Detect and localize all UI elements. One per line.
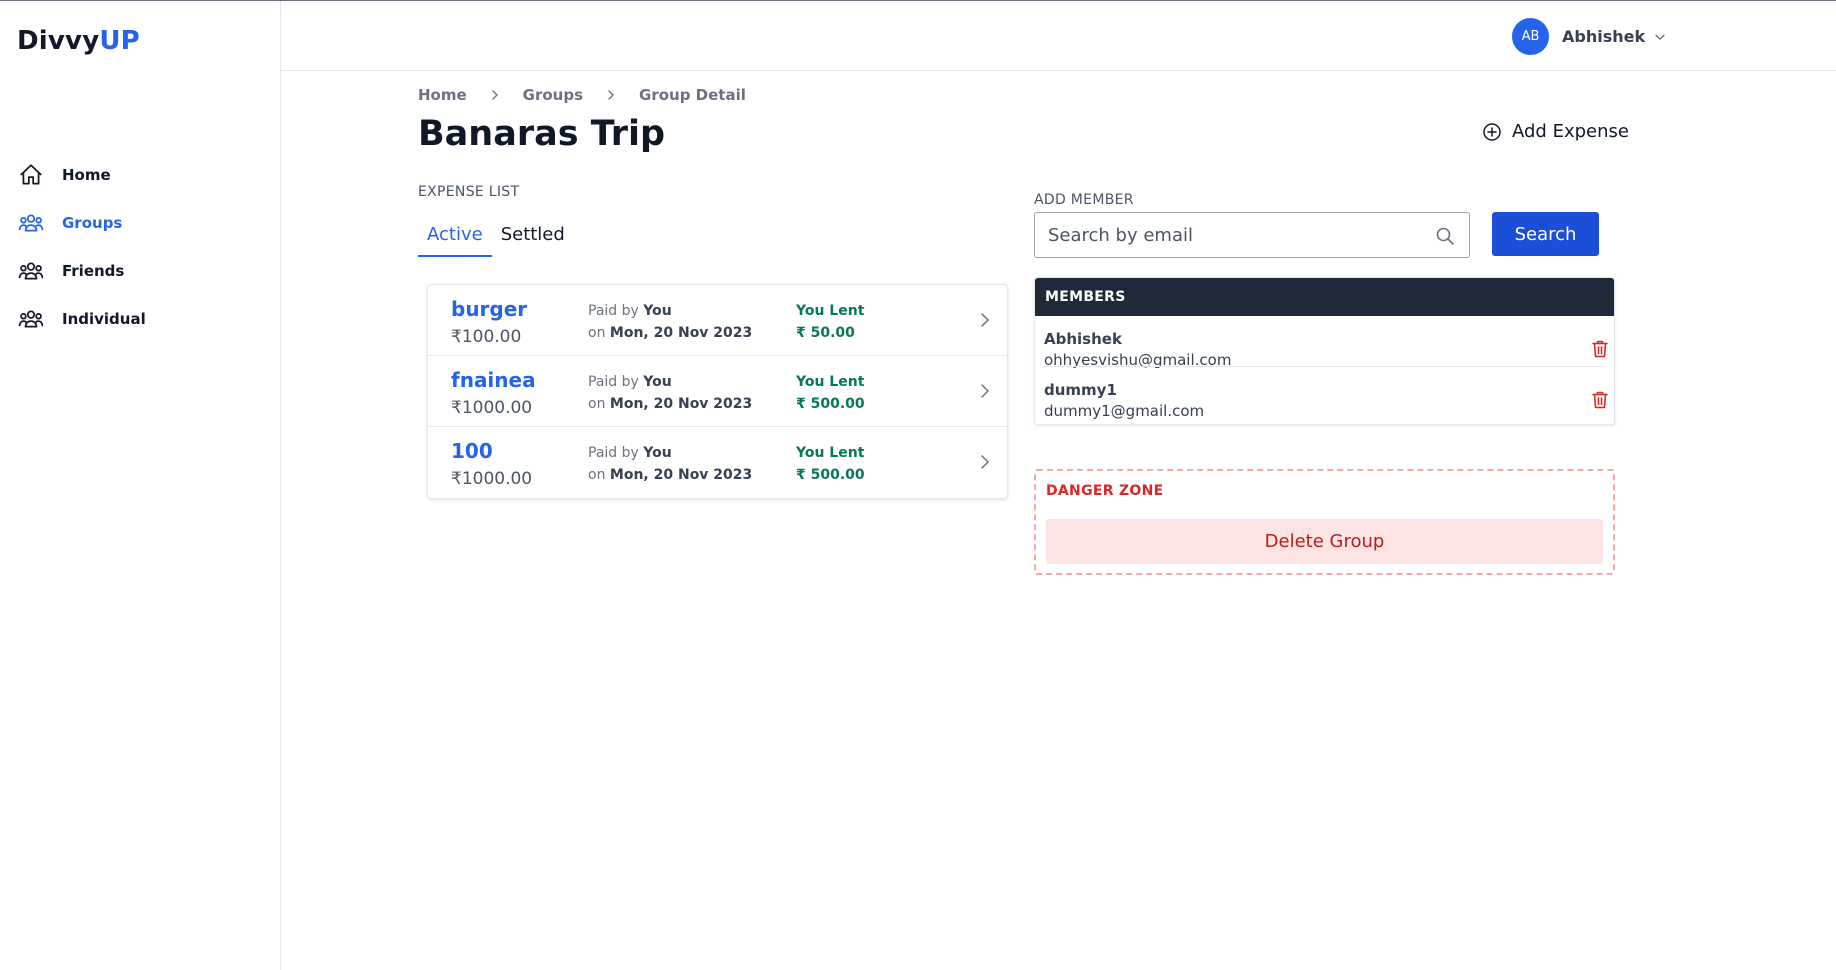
expense-name: fnainea [451,368,536,392]
expense-lent-info: You Lent ₹ 50.00 [796,300,864,344]
date-prefix: on [588,467,606,483]
lent-amount: ₹ 500.00 [796,467,865,483]
expense-list: burger ₹100.00 Paid by You on Mon, 20 No… [427,284,1008,499]
sidebar-item-label: Friends [62,262,125,280]
chevron-right-icon [981,455,990,469]
expense-name: 100 [451,439,493,463]
groups-icon [18,214,44,232]
tab-settled[interactable]: Settled [492,220,574,257]
plus-circle-icon [1483,122,1501,141]
paid-by: You [643,303,672,319]
trash-icon[interactable] [1591,390,1609,410]
chevron-down-icon [1655,34,1665,40]
chevron-right-icon [608,90,615,100]
chevron-right-icon [981,313,990,327]
breadcrumb: Home Groups Group Detail [418,86,746,104]
members-panel: MEMBERS Abhishek ohhyesvishu@gmail.com d… [1034,277,1615,425]
sidebar-item-friends[interactable]: Friends [0,247,280,295]
delete-group-button[interactable]: Delete Group [1046,519,1603,564]
app-logo[interactable]: DivvyUP [17,26,140,56]
add-member-label: ADD MEMBER [1034,192,1134,208]
lent-amount: ₹ 500.00 [796,396,865,412]
logo-accent-text: UP [99,26,140,56]
trash-icon[interactable] [1591,339,1609,359]
sidebar-item-groups[interactable]: Groups [0,199,280,247]
sidebar-item-home[interactable]: Home [0,151,280,199]
danger-zone: DANGER ZONE Delete Group [1034,469,1615,575]
member-row: dummy1 dummy1@gmail.com [1044,366,1608,420]
expense-paid-info: Paid by You on Mon, 20 Nov 2023 [588,442,752,486]
expense-row[interactable]: fnainea ₹1000.00 Paid by You on Mon, 20 … [428,356,1007,427]
expense-date: Mon, 20 Nov 2023 [609,325,753,341]
expense-amount: ₹1000.00 [451,469,533,489]
member-row: Abhishek ohhyesvishu@gmail.com [1044,316,1608,369]
sidebar-nav: Home Groups Friends Individual [0,151,280,343]
paid-prefix: Paid by [588,445,639,461]
avatar: AB [1512,18,1549,55]
paid-by: You [643,445,672,461]
danger-zone-title: DANGER ZONE [1046,483,1164,499]
expense-row[interactable]: 100 ₹1000.00 Paid by You on Mon, 20 Nov … [428,427,1007,498]
lent-status: You Lent [796,445,865,461]
member-name: dummy1 [1044,381,1117,399]
home-icon [20,164,42,185]
top-header: AB Abhishek [281,1,1836,71]
friends-icon [18,262,44,280]
sidebar-item-label: Individual [62,310,146,328]
breadcrumb-home[interactable]: Home [418,86,467,104]
paid-by: You [643,374,672,390]
page-title: Banaras Trip [418,114,666,154]
expense-paid-info: Paid by You on Mon, 20 Nov 2023 [588,300,752,344]
expense-name: burger [451,297,528,321]
sidebar: DivvyUP Home Groups Friends Individual [0,1,281,970]
members-header: MEMBERS [1035,278,1614,316]
chevron-right-icon [981,384,990,398]
lent-amount: ₹ 50.00 [796,325,855,341]
sidebar-item-label: Groups [62,214,123,232]
breadcrumb-group-detail[interactable]: Group Detail [639,86,746,104]
paid-prefix: Paid by [588,303,639,319]
add-expense-label: Add Expense [1512,121,1629,142]
sidebar-item-label: Home [62,166,111,184]
sidebar-item-individual[interactable]: Individual [0,295,280,343]
expense-lent-info: You Lent ₹ 500.00 [796,442,865,486]
member-name: Abhishek [1044,330,1122,348]
date-prefix: on [588,325,606,341]
expense-paid-info: Paid by You on Mon, 20 Nov 2023 [588,371,752,415]
expense-row[interactable]: burger ₹100.00 Paid by You on Mon, 20 No… [428,285,1007,356]
paid-prefix: Paid by [588,374,639,390]
expense-lent-info: You Lent ₹ 500.00 [796,371,865,415]
expense-list-label: EXPENSE LIST [418,184,520,200]
lent-status: You Lent [796,374,865,390]
expense-date: Mon, 20 Nov 2023 [609,467,753,483]
expense-amount: ₹1000.00 [451,398,533,418]
search-input[interactable] [1035,213,1425,257]
add-expense-button[interactable]: Add Expense [1482,121,1629,142]
chevron-right-icon [491,90,498,100]
user-name: Abhishek [1562,27,1646,46]
expense-date: Mon, 20 Nov 2023 [609,396,753,412]
member-email: dummy1@gmail.com [1044,402,1205,420]
expense-tabs: Active Settled [418,220,574,257]
date-prefix: on [588,396,606,412]
lent-status: You Lent [796,303,865,319]
user-menu[interactable]: AB Abhishek [1512,18,1667,55]
search-button[interactable]: Search [1492,212,1599,256]
individual-icon [18,310,44,328]
logo-main-text: Divvy [17,26,100,56]
search-icon[interactable] [1435,226,1455,246]
expense-amount: ₹100.00 [451,327,522,347]
breadcrumb-groups[interactable]: Groups [523,86,583,104]
member-search-box [1034,212,1470,258]
tab-active[interactable]: Active [418,220,492,257]
